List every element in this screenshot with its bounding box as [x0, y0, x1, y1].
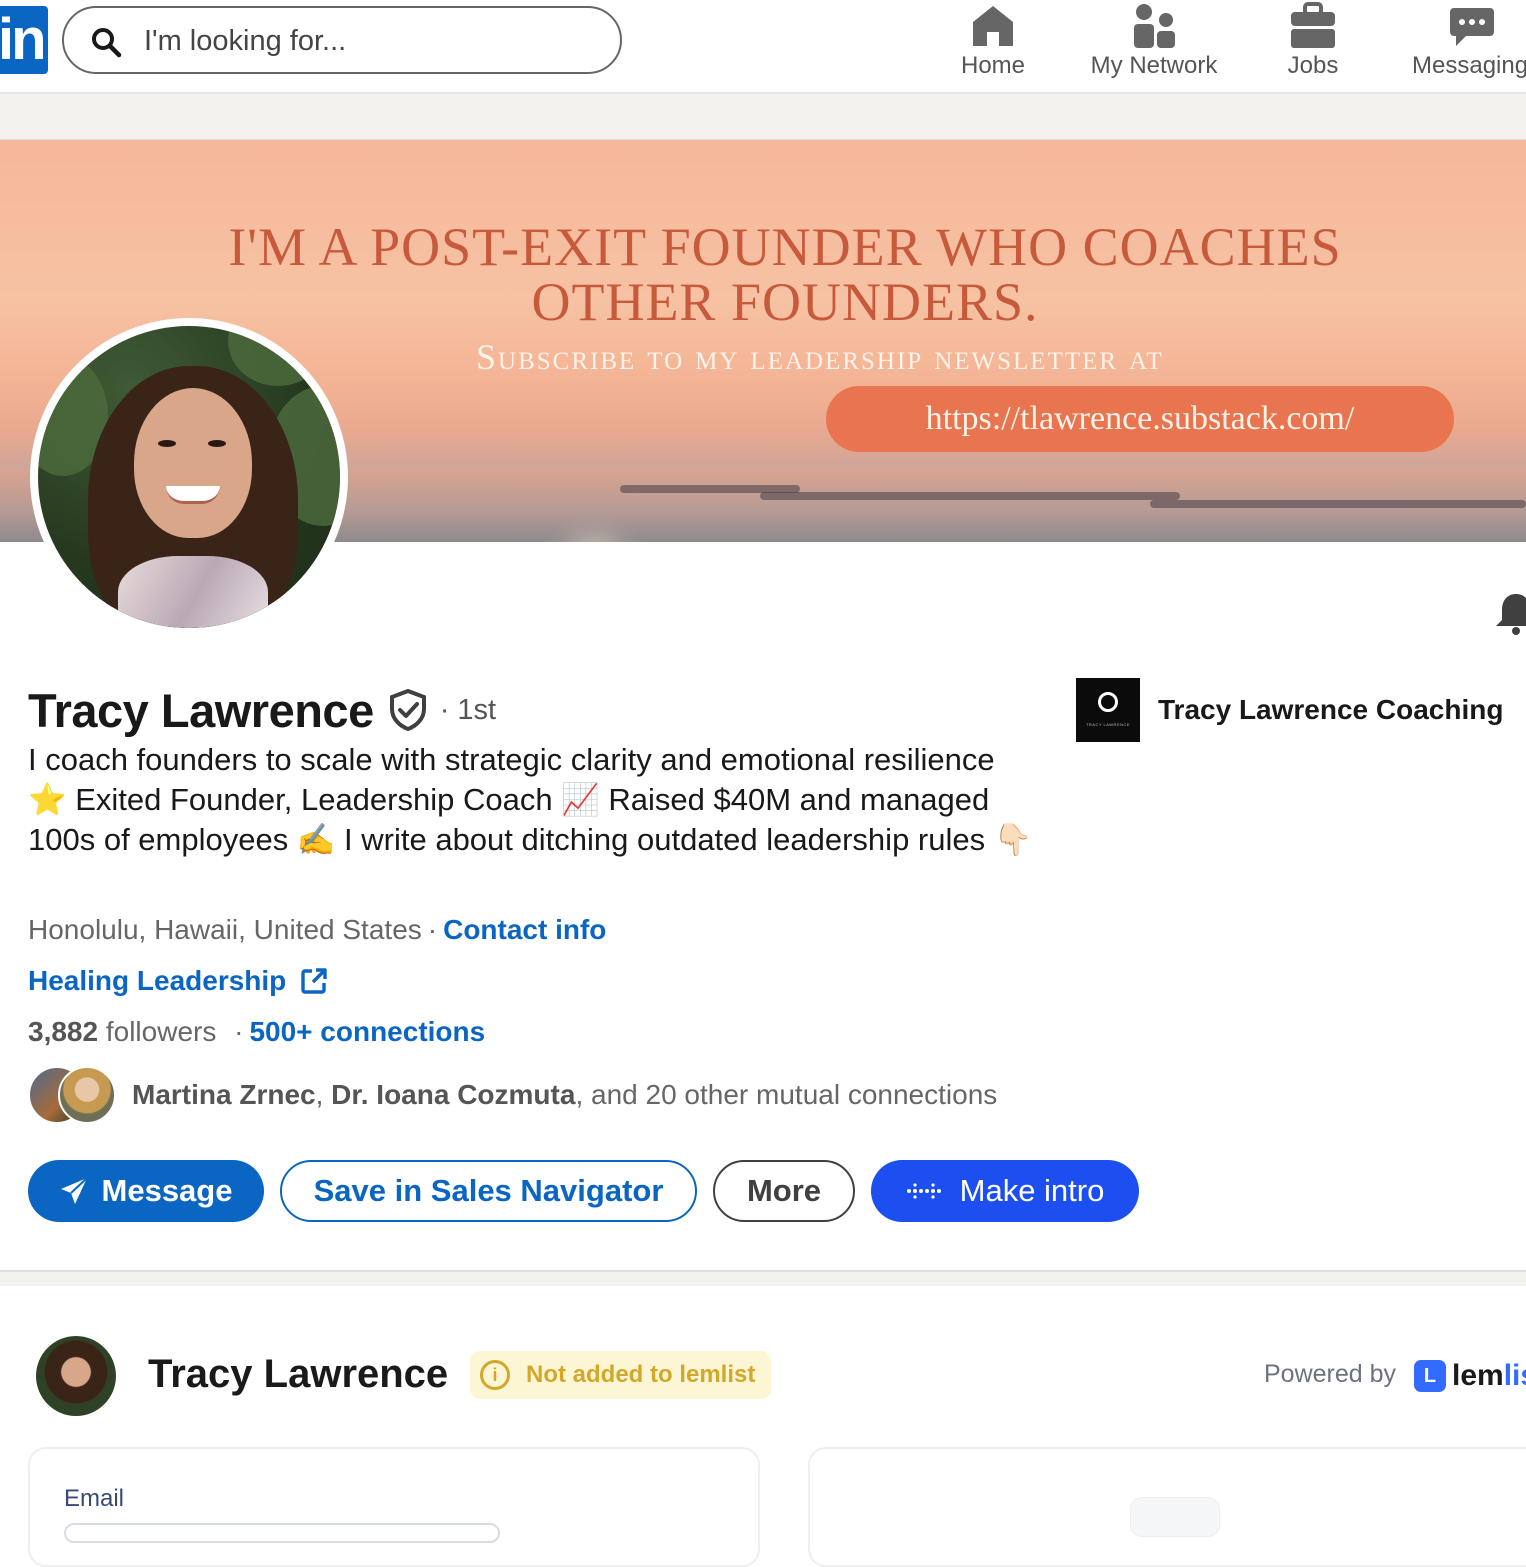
profile-name-row: Tracy Lawrence · 1st: [28, 682, 496, 738]
followers-word: followers: [105, 1016, 217, 1047]
nav-item-jobs[interactable]: Jobs: [1272, 0, 1354, 92]
external-link-icon: [301, 968, 327, 994]
lemlist-logo[interactable]: L lemlist: [1414, 1359, 1526, 1393]
followers-count: 3,882: [28, 1016, 99, 1047]
connection-degree: · 1st: [439, 693, 497, 726]
email-field[interactable]: [64, 1523, 500, 1543]
make-intro-button-label: Make intro: [959, 1173, 1105, 1208]
lemlist-status-text: Not added to lemlist: [526, 1361, 756, 1388]
nav-label-my-network: My Network: [1090, 52, 1218, 79]
bell-icon[interactable]: [1496, 592, 1526, 636]
mutual-connections[interactable]: Martina Zrnec, Dr. Ioana Cozmuta, and 20…: [28, 1066, 997, 1124]
card-placeholder: [1130, 1497, 1220, 1537]
banner-wave: [1150, 500, 1526, 508]
more-button-label: More: [746, 1173, 822, 1208]
profile-location-row: Honolulu, Hawaii, United States · Contact …: [28, 914, 607, 945]
profile-photo-image: [38, 326, 340, 628]
profile-photo[interactable]: [30, 318, 348, 636]
nav-label-home: Home: [960, 52, 1026, 79]
message-button-label: Message: [101, 1173, 233, 1208]
chat-bubble-icon: [1450, 8, 1494, 46]
current-company[interactable]: TRACY LAWRENCE Tracy Lawrence Coaching: [1076, 678, 1503, 742]
followers-row: 3,882 followers · 500+ connections: [28, 1016, 486, 1047]
nav-item-home[interactable]: Home: [948, 0, 1038, 92]
profile-location: Honolulu, Hawaii, United States: [28, 914, 422, 945]
connections-link[interactable]: 500+ connections: [249, 1016, 485, 1047]
profile-name: Tracy Lawrence: [28, 683, 374, 737]
top-navigation-bar: in Home My Network Jobs: [0, 0, 1526, 94]
save-in-sales-navigator-button[interactable]: Save in Sales Navigator: [280, 1160, 697, 1222]
mutual-avatar: [58, 1066, 116, 1124]
lemlist-contact-name: Tracy Lawrence: [148, 1352, 449, 1396]
lemlist-status-badge: i Not added to lemlist: [470, 1351, 772, 1399]
home-icon: [973, 6, 1013, 46]
send-icon: [60, 1177, 88, 1204]
mutual-name: Martina Zrnec: [132, 1079, 316, 1110]
website-link[interactable]: Healing Leadership: [28, 965, 328, 997]
search-input[interactable]: [144, 18, 584, 64]
banner-subtitle: Subscribe to my leadership newsletter at: [476, 337, 1164, 377]
verified-shield-icon[interactable]: [388, 689, 428, 731]
nav-item-messaging[interactable]: Messaging: [1408, 0, 1526, 92]
message-button[interactable]: Message: [28, 1160, 264, 1222]
company-name: Tracy Lawrence Coaching: [1158, 694, 1504, 725]
people-icon: [1134, 4, 1175, 48]
banner-headline-line2: OTHER FOUNDERS.: [531, 272, 1039, 332]
background-strip: [0, 94, 1526, 140]
banner-url-pill: https://tlawrence.substack.com/: [826, 386, 1454, 452]
linkedin-logo[interactable]: in: [0, 6, 48, 74]
lemlist-logo-text: lemlist: [1452, 1359, 1526, 1392]
email-label: Email: [64, 1485, 125, 1512]
search-bar[interactable]: [62, 6, 622, 74]
lemlist-email-card: Email: [28, 1447, 760, 1567]
mutual-name: Dr. Ioana Cozmuta: [331, 1079, 576, 1110]
lemlist-side-card: [808, 1447, 1526, 1567]
profile-headline: I coach founders to scale with strategic…: [28, 742, 1033, 857]
banner-wave: [760, 492, 1180, 500]
lemlist-logo-icon: L: [1414, 1360, 1446, 1392]
company-logo: TRACY LAWRENCE: [1076, 678, 1140, 742]
mutual-connections-text: Martina Zrnec, Dr. Ioana Cozmuta, and 20…: [132, 1079, 998, 1110]
make-intro-button[interactable]: Make intro: [871, 1160, 1139, 1222]
dotted-arrows-icon: [906, 1183, 941, 1199]
company-logo-text: TRACY LAWRENCE: [1085, 722, 1131, 727]
save-button-label: Save in Sales Navigator: [313, 1173, 664, 1208]
powered-by-label: Powered by: [1264, 1360, 1397, 1388]
info-icon: i: [480, 1360, 510, 1390]
section-divider: [0, 1270, 1526, 1286]
nav-label-jobs: Jobs: [1287, 52, 1339, 79]
search-icon: [92, 28, 122, 58]
banner-headline-line1: I'M A POST-EXIT FOUNDER WHO COACHES: [228, 217, 1342, 277]
nav-label-messaging: Messaging: [1412, 52, 1526, 79]
contact-info-link[interactable]: Contact info: [443, 914, 606, 945]
more-button[interactable]: More: [713, 1160, 855, 1222]
lemlist-avatar: [36, 1336, 116, 1416]
briefcase-icon: [1291, 2, 1335, 48]
nav-item-my-network[interactable]: My Network: [1084, 0, 1224, 92]
website-link-label: Healing Leadership: [28, 965, 287, 996]
mutual-rest: , and 20 other mutual connections: [575, 1079, 998, 1110]
